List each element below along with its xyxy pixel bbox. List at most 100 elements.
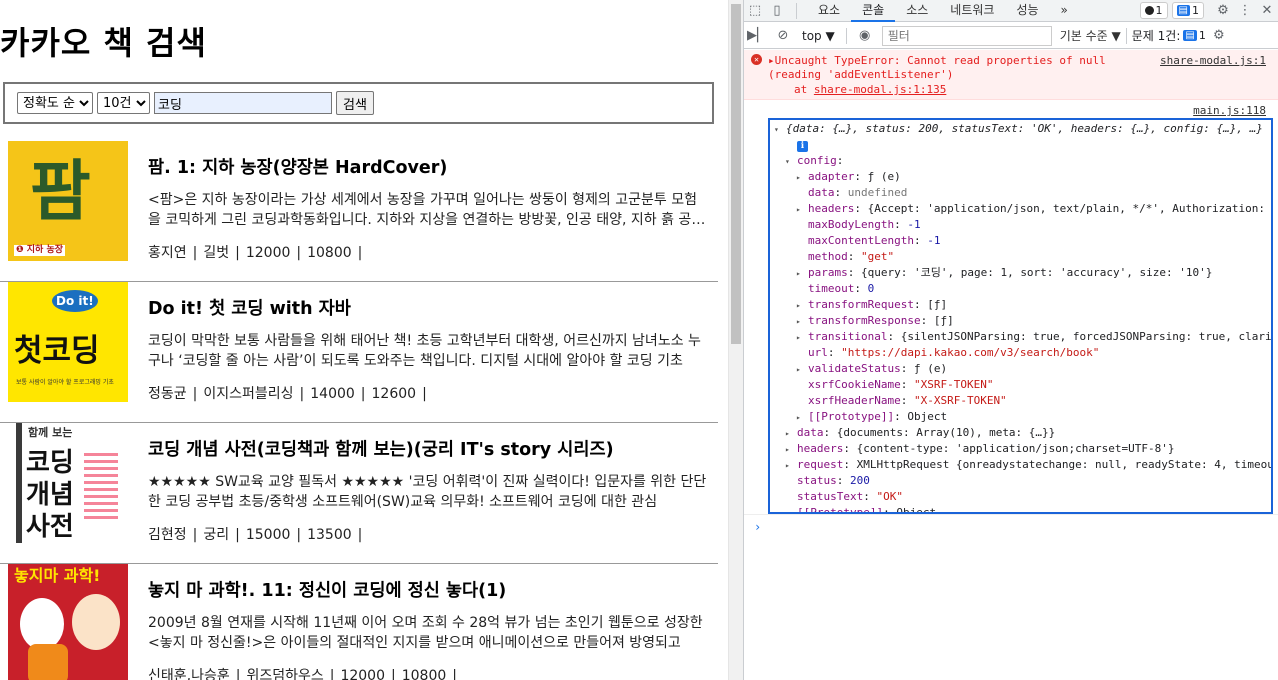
object-property-method: method: "get" <box>808 250 895 263</box>
book-item[interactable]: Do it! 첫코딩 보통 사람이 알아야 할 프로그래밍 기초 Do it! … <box>0 282 718 423</box>
book-cover[interactable]: 함께 보는 코딩 개념 사전 <box>16 423 120 543</box>
sort-select[interactable]: 정확도 순 <box>17 92 93 114</box>
console-filter-input[interactable] <box>881 25 1052 46</box>
expand-toggle-icon[interactable]: ▸ <box>796 298 808 314</box>
expand-toggle-icon[interactable]: ▸ <box>785 426 797 442</box>
expand-toggle-icon[interactable]: ▾ <box>774 122 786 138</box>
search-input[interactable] <box>154 92 332 114</box>
book-description: ★★★★★ SW교육 교양 필독서 ★★★★★ '코딩 어휘력'이 진짜 실력이… <box>148 474 707 510</box>
property-key: headers <box>808 202 855 215</box>
property-value: 200 <box>850 474 870 487</box>
object-property-maxcontentlength: maxContentLength: -1 <box>808 234 941 247</box>
object-property-maxbodylength: maxBodyLength: -1 <box>808 218 921 231</box>
book-cover[interactable]: 놓지마 과학! <box>8 564 128 680</box>
expand-toggle-icon[interactable]: ▸ <box>785 506 797 512</box>
object-property-transformrequest[interactable]: ▸ transformRequest: [ƒ] <box>796 297 947 313</box>
book-item[interactable]: 팜 ❶ 지하 농장 팜. 1: 지하 농장(양장본 HardCover) <팜>… <box>0 141 718 282</box>
expand-toggle-icon[interactable]: ▸ <box>796 362 808 378</box>
sidebar-toggle-icon[interactable]: ▶▏ <box>744 23 770 49</box>
divider <box>796 2 797 19</box>
message-count-badge[interactable]: ▤ 1 <box>1171 2 1204 19</box>
expand-toggle-icon[interactable]: ▸ <box>796 170 808 186</box>
tab-elements[interactable]: 요소 <box>807 0 851 22</box>
book-cover[interactable]: 팜 ❶ 지하 농장 <box>8 141 128 261</box>
expand-toggle-icon[interactable]: ▸ <box>785 442 797 458</box>
context-select[interactable]: top ▼ <box>796 29 841 43</box>
book-sale-price: 13500 <box>307 527 352 543</box>
page-scrollbar[interactable] <box>728 0 743 680</box>
property-value: "get" <box>861 250 895 263</box>
property-key: xsrfHeaderName <box>808 394 901 407</box>
close-icon[interactable]: ✕ <box>1256 0 1278 22</box>
clear-console-icon[interactable]: ⊘ <box>770 23 796 49</box>
object-property-config[interactable]: ▾ config: <box>785 153 843 169</box>
book-publisher: 길벗 <box>203 245 230 261</box>
console-prompt-icon[interactable]: › <box>754 520 761 534</box>
tab-network[interactable]: 네트워크 <box>939 0 1005 22</box>
live-expression-eye-icon[interactable]: ◉ <box>852 23 878 49</box>
device-toolbar-icon[interactable]: ▯ <box>766 0 788 22</box>
inspect-element-icon[interactable]: ⬚ <box>744 0 766 22</box>
property-key: timeout <box>808 282 855 295</box>
expand-toggle-icon[interactable]: ▾ <box>785 154 797 170</box>
web-page: 카카오 책 검색 정확도 순 10건 검색 팜 ❶ 지하 농장 팜. 1: 지하… <box>0 0 728 680</box>
log-source-link[interactable]: main.js:118 <box>1193 104 1266 117</box>
book-description: 2009년 8월 연재를 시작해 11년째 이어 오며 조회 수 28억 뷰가 … <box>148 615 703 651</box>
error-stack-link[interactable]: share-modal.js:1:135 <box>814 83 946 96</box>
object-property-prototype[interactable]: ▸ [[Prototype]]: Object <box>796 409 947 425</box>
object-property-transitional[interactable]: ▸ transitional: {silentJSONParsing: true,… <box>796 329 1271 346</box>
property-key: [[Prototype]] <box>797 506 884 514</box>
object-property-adapter[interactable]: ▸ adapter: ƒ (e) <box>796 169 901 185</box>
book-title[interactable]: 팜. 1: 지하 농장(양장본 HardCover) <box>148 154 447 179</box>
expand-toggle-icon[interactable]: ▸ <box>796 202 808 218</box>
object-property-transformresponse[interactable]: ▸ transformResponse: [ƒ] <box>796 313 954 329</box>
more-tabs-button[interactable]: » <box>1050 0 1079 22</box>
divider <box>744 514 1278 515</box>
property-value: undefined <box>847 186 908 199</box>
book-title[interactable]: 코딩 개념 사전(코딩책과 함께 보는)(궁리 IT's story 시리즈) <box>148 436 614 461</box>
object-property-request[interactable]: ▸ request: XMLHttpRequest {onreadystatech… <box>785 457 1271 474</box>
object-property-validatestatus[interactable]: ▸ validateStatus: ƒ (e) <box>796 361 947 377</box>
object-property-timeout: timeout: 0 <box>808 282 875 295</box>
book-meta: 정동균 | 이지스퍼블리싱 | 14000 | 12600 | <box>148 386 427 402</box>
object-property-data[interactable]: ▸ data: {documents: Array(10), meta: {…}} <box>785 425 1055 441</box>
object-property-params[interactable]: ▸ params: {query: '코딩', page: 1, sort: 'a… <box>796 265 1212 281</box>
book-author: 신태훈,나승훈 <box>148 668 230 680</box>
tab-performance[interactable]: 성능 <box>1005 0 1049 22</box>
settings-gear-icon[interactable]: ⚙ <box>1212 0 1234 22</box>
error-text[interactable]: ▸Uncaught TypeError: Cannot read propert… <box>768 54 1106 67</box>
object-property-xsrfheadername: xsrfHeaderName: "X-XSRF-TOKEN" <box>808 394 1007 407</box>
property-value: -1 <box>927 234 941 247</box>
expand-toggle-icon[interactable]: ▸ <box>796 410 808 426</box>
object-property-headers[interactable]: ▸ headers: {content-type: 'application/js… <box>785 441 1175 457</box>
search-button[interactable]: 검색 <box>336 91 374 115</box>
object-summary[interactable]: ▾ {data: {…}, status: 200, statusText: 'O… <box>774 121 1263 137</box>
issues-button[interactable]: 문제 1건: ▤ 1 <box>1132 27 1206 44</box>
property-value: 0 <box>867 282 875 295</box>
devtools-tabbar: ⬚ ▯ 요소 콘솔 소스 네트워크 성능 » 1 ▤ 1 ⚙ ⋮ ✕ <box>744 0 1278 22</box>
book-item[interactable]: 함께 보는 코딩 개념 사전 코딩 개념 사전(코딩책과 함께 보는)(궁리 I… <box>0 423 718 564</box>
more-options-icon[interactable]: ⋮ <box>1234 0 1256 22</box>
expand-toggle-icon[interactable]: ▸ <box>785 458 797 474</box>
size-select[interactable]: 10건 <box>97 92 150 114</box>
object-property-prototype[interactable]: ▸ [[Prototype]]: Object <box>785 505 936 514</box>
book-sale-price: 10800 <box>307 245 352 261</box>
property-value: {content-type: 'application/json;charset… <box>856 442 1175 455</box>
page-scrollbar-thumb[interactable] <box>731 4 741 344</box>
error-source-link[interactable]: share-modal.js:1 <box>1160 54 1266 67</box>
property-key: transitional <box>808 330 888 343</box>
book-cover[interactable]: Do it! 첫코딩 보통 사람이 알아야 할 프로그래밍 기초 <box>8 282 128 402</box>
expand-toggle-icon[interactable]: ▸ <box>796 330 808 346</box>
expand-toggle-icon[interactable]: ▸ <box>796 314 808 330</box>
book-title[interactable]: 놓지 마 과학!. 11: 정신이 코딩에 정신 놓다(1) <box>148 577 506 602</box>
expand-toggle-icon[interactable]: ▸ <box>796 266 808 282</box>
book-title[interactable]: Do it! 첫 코딩 with 자바 <box>148 295 351 320</box>
log-levels-select[interactable]: 기본 수준 ▼ <box>1060 27 1121 44</box>
book-item[interactable]: 놓지마 과학! 놓지 마 과학!. 11: 정신이 코딩에 정신 놓다(1) 2… <box>0 564 718 680</box>
object-property-status: status: 200 <box>797 474 870 487</box>
tab-console[interactable]: 콘솔 <box>851 0 896 22</box>
object-property-headers[interactable]: ▸ headers: {Accept: 'application/json, te… <box>796 201 1271 218</box>
tab-sources[interactable]: 소스 <box>895 0 939 22</box>
console-settings-gear-icon[interactable]: ⚙ <box>1206 23 1232 49</box>
error-count-badge[interactable]: 1 <box>1139 2 1168 19</box>
